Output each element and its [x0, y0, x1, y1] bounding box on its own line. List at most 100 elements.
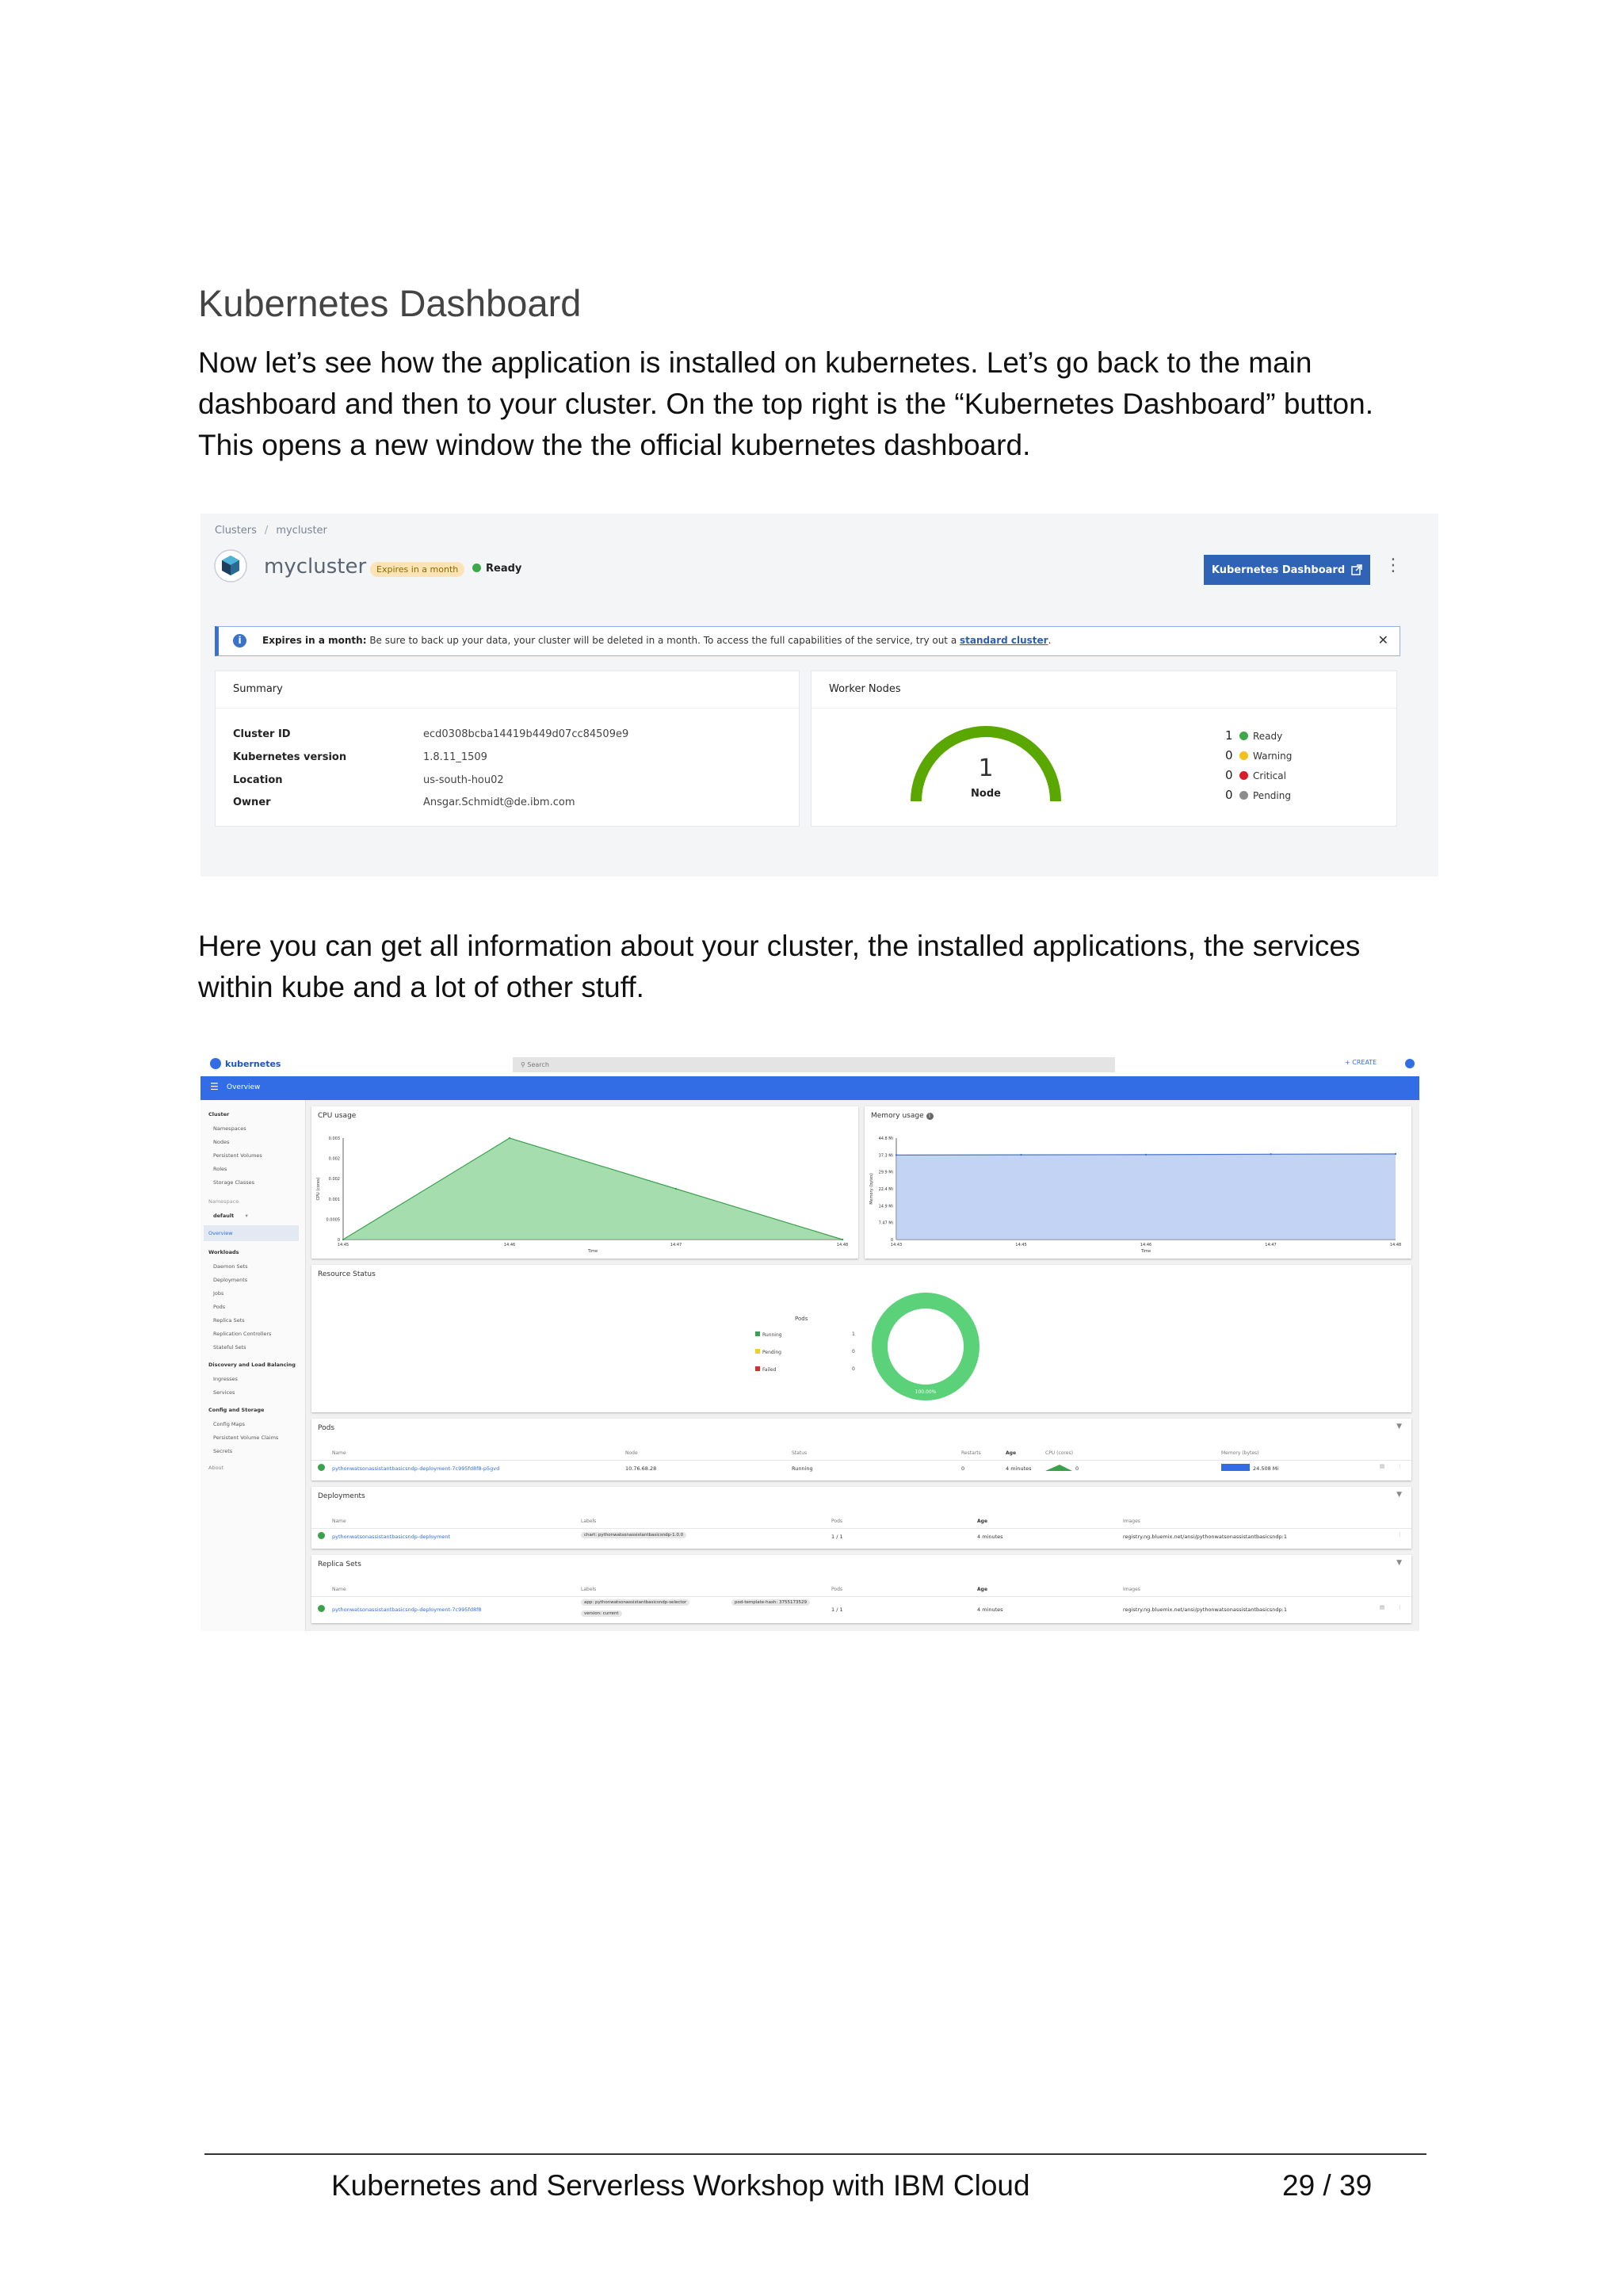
pod-name-link[interactable]: pythonwatsonassistantbasicsndp-deploymen… — [332, 1465, 499, 1472]
intro-paragraph: Now let’s see how the application is ins… — [198, 346, 1373, 461]
replicasets-col-labels[interactable]: Labels — [581, 1587, 596, 1592]
worker-nodes-title: Worker Nodes — [829, 683, 901, 695]
overflow-menu-icon[interactable]: ⋮ — [1384, 556, 1402, 575]
x-tick-label: 14:45 — [338, 1243, 349, 1247]
pods-col-name[interactable]: Name — [332, 1450, 346, 1456]
sidebar-item-daemon-sets[interactable]: Daemon Sets — [213, 1263, 248, 1270]
sidebar-item-deployments[interactable]: Deployments — [213, 1277, 247, 1283]
pod-status: Running — [792, 1465, 813, 1472]
search-icon: ⚲ — [521, 1061, 525, 1068]
pods-col-status[interactable]: Status — [792, 1450, 807, 1456]
node-count: 1 — [978, 755, 993, 782]
breadcrumb-clusters-link[interactable]: Clusters — [215, 525, 257, 537]
sidebar-item-secrets[interactable]: Secrets — [213, 1448, 232, 1454]
legend-critical: 0 Critical — [1225, 768, 1286, 782]
close-icon[interactable]: ✕ — [1378, 632, 1388, 648]
sidebar-item-pvc[interactable]: Persistent Volume Claims — [213, 1435, 278, 1441]
replicasets-col-age[interactable]: Age — [977, 1587, 987, 1592]
chevron-down-icon: ▾ — [245, 1213, 248, 1219]
sidebar-item-jobs[interactable]: Jobs — [213, 1290, 223, 1297]
row-menu-icon[interactable]: ⋮ — [1397, 1463, 1403, 1469]
logs-icon[interactable]: ▤ — [1380, 1604, 1384, 1610]
sidebar-item-namespaces[interactable]: Namespaces — [213, 1125, 246, 1132]
pods-col-cpu[interactable]: CPU (cores) — [1045, 1450, 1073, 1456]
standard-cluster-link[interactable]: standard cluster — [960, 635, 1048, 646]
expires-badge: Expires in a month — [370, 562, 465, 577]
y-tick-label: 0.001 — [329, 1198, 340, 1202]
sidebar-item-roles[interactable]: Roles — [213, 1166, 227, 1172]
user-account-icon[interactable] — [1405, 1059, 1415, 1068]
pods-col-node[interactable]: Node — [625, 1450, 638, 1456]
sidebar-head-config[interactable]: Config and Storage — [208, 1407, 264, 1413]
namespace-select[interactable]: default ▾ — [213, 1213, 248, 1219]
data-point — [1270, 1153, 1272, 1156]
breadcrumb-separator: / — [264, 525, 269, 537]
sidebar-item-storage-classes[interactable]: Storage Classes — [213, 1179, 254, 1186]
sidebar-head-cluster[interactable]: Cluster — [208, 1111, 229, 1117]
deployments-col-images[interactable]: Images — [1123, 1519, 1140, 1524]
x-tick-label: 14:48 — [837, 1243, 848, 1247]
row-menu-icon[interactable]: ⋮ — [1397, 1531, 1403, 1538]
ready-status-dot — [472, 563, 481, 572]
ok-status-icon — [318, 1532, 325, 1539]
filter-icon[interactable]: ▼ — [1396, 1559, 1402, 1567]
sidebar-item-config-maps[interactable]: Config Maps — [213, 1421, 245, 1427]
row-menu-icon[interactable]: ⋮ — [1397, 1604, 1403, 1610]
deployments-col-name[interactable]: Name — [332, 1519, 346, 1524]
sidebar-head-workloads[interactable]: Workloads — [208, 1249, 239, 1255]
legend-ready: 1 Ready — [1225, 728, 1283, 743]
sidebar-item-services[interactable]: Services — [213, 1389, 235, 1396]
sidebar-item-about[interactable]: About — [208, 1465, 223, 1471]
y-tick-label: 37.3 Mi — [879, 1153, 893, 1158]
replica-set-name-link[interactable]: pythonwatsonassistantbasicsndp-deploymen… — [332, 1606, 482, 1613]
x-tick-label: 14:43 — [891, 1243, 902, 1247]
cpu-usage-panel: CPU usage 0.003 0.002 0.002 0.001 0.0005 0 14:… — [311, 1106, 858, 1259]
pods-col-memory[interactable]: Memory (bytes) — [1221, 1450, 1259, 1456]
replica-sets-panel: Replica Sets ▼ Name Labels Pods Age Imag… — [311, 1555, 1411, 1623]
filter-icon[interactable]: ▼ — [1396, 1491, 1402, 1499]
x-axis-label: Time — [1140, 1249, 1151, 1254]
logs-icon[interactable]: ▤ — [1380, 1463, 1384, 1469]
sidebar-item-replication-controllers[interactable]: Replication Controllers — [213, 1331, 271, 1337]
search-placeholder: Search — [527, 1061, 549, 1068]
sidebar-item-overview[interactable]: Overview — [208, 1230, 233, 1236]
sidebar-item-stateful-sets[interactable]: Stateful Sets — [213, 1344, 246, 1350]
deployments-col-age[interactable]: Age — [977, 1519, 987, 1524]
series-area — [896, 1154, 1396, 1240]
kubernetes-logo[interactable]: kubernetes — [210, 1058, 281, 1069]
pod-memory: 24.508 Mi — [1253, 1465, 1279, 1472]
sidebar-item-nodes[interactable]: Nodes — [213, 1139, 229, 1145]
deployment-name-link[interactable]: pythonwatsonassistantbasicsndp-deploymen… — [332, 1534, 450, 1540]
y-tick-label: 0.0005 — [327, 1217, 341, 1222]
replica-set-label-tag: app: pythonwatsonassistantbasicsndp-sele… — [581, 1599, 690, 1606]
memory-usage-chart: 44.8 Mi 37.3 Mi 29.9 Mi 22.4 Mi 14.9 Mi 7.47 … — [869, 1137, 1401, 1254]
replicasets-col-pods[interactable]: Pods — [831, 1587, 842, 1592]
deployments-col-pods[interactable]: Pods — [831, 1519, 842, 1524]
deployments-title: Deployments — [318, 1492, 365, 1500]
deployments-col-labels[interactable]: Labels — [581, 1519, 596, 1524]
data-point — [508, 1137, 511, 1140]
sidebar-head-namespace: Namespace — [208, 1198, 239, 1205]
resource-status-panel: Resource Status Pods Running 1 Pending 0 F… — [311, 1265, 1411, 1412]
sidebar-item-persistent-volumes[interactable]: Persistent Volumes — [213, 1152, 262, 1159]
filter-icon[interactable]: ▼ — [1396, 1423, 1402, 1431]
sidebar-item-ingresses[interactable]: Ingresses — [213, 1376, 238, 1382]
y-axis-label: CPU (cores) — [316, 1177, 321, 1200]
pods-col-restarts[interactable]: Restarts — [961, 1450, 981, 1456]
section-heading: Kubernetes Dashboard — [198, 282, 582, 324]
sidebar-item-replica-sets[interactable]: Replica Sets — [213, 1317, 245, 1324]
kubernetes-dashboard-button[interactable]: Kubernetes Dashboard — [1204, 555, 1370, 585]
data-point — [1394, 1152, 1397, 1156]
replicasets-col-images[interactable]: Images — [1123, 1587, 1140, 1592]
sidebar-item-pods[interactable]: Pods — [213, 1304, 225, 1310]
search-input[interactable]: ⚲ Search — [513, 1057, 1115, 1072]
menu-icon[interactable]: ☰ — [210, 1081, 219, 1092]
create-button[interactable]: + CREATE — [1345, 1059, 1377, 1066]
sidebar-head-discovery[interactable]: Discovery and Load Balancing — [208, 1362, 296, 1368]
pods-col-age[interactable]: Age — [1006, 1450, 1016, 1456]
replicasets-col-name[interactable]: Name — [332, 1587, 346, 1592]
dashboard-sidebar: Cluster Namespaces Nodes Persistent Volu… — [200, 1100, 306, 1631]
x-axis-label: Time — [587, 1249, 598, 1254]
x-tick-label: 14:47 — [670, 1243, 682, 1247]
deployments-panel: Deployments ▼ Name Labels Pods Age Image… — [311, 1487, 1411, 1549]
